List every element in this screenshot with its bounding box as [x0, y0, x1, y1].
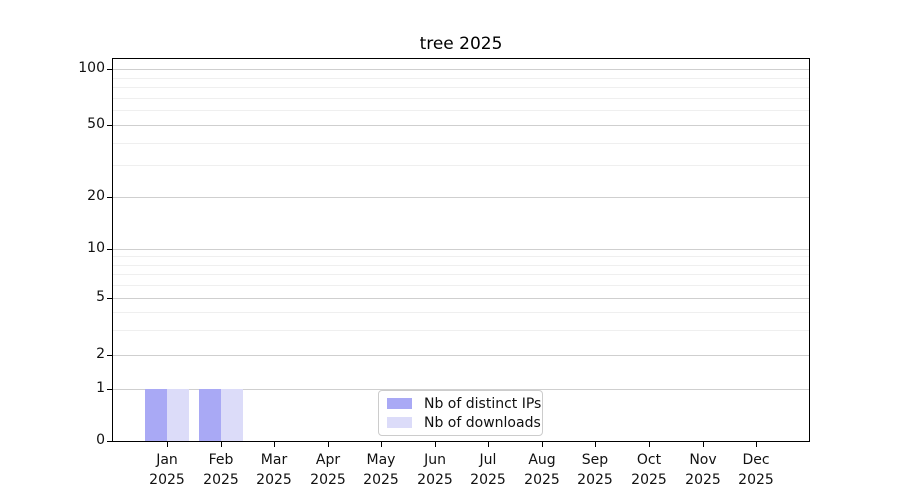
x-tick-oct	[649, 442, 650, 447]
x-tick-label-dec: Dec 2025	[738, 452, 774, 488]
y-tick-label-5: 5	[96, 289, 105, 305]
y-tick-label-1: 1	[96, 380, 105, 396]
x-tick-jan	[167, 442, 168, 447]
gridline-major-50	[113, 125, 809, 126]
y-tick-label-0: 0	[96, 432, 105, 448]
gridline-minor-4	[113, 312, 809, 313]
gridline-minor-80	[113, 87, 809, 88]
gridline-minor-7	[113, 274, 809, 275]
x-tick-jul	[488, 442, 489, 447]
y-tick-50	[107, 125, 112, 126]
gridline-minor-90	[113, 78, 809, 79]
chart-title: tree 2025	[419, 34, 503, 54]
x-tick-aug	[542, 442, 543, 447]
x-tick-nov	[703, 442, 704, 447]
bar-distinct-ips-jan	[145, 389, 167, 441]
gridline-major-2	[113, 355, 809, 356]
y-tick-10	[107, 249, 112, 250]
gridline-major-10	[113, 249, 809, 250]
gridline-major-20	[113, 197, 809, 198]
y-tick-label-50: 50	[87, 116, 105, 132]
bar-distinct-ips-feb	[199, 389, 221, 441]
gridline-minor-40	[113, 143, 809, 144]
y-tick-5	[107, 298, 112, 299]
x-tick-apr	[328, 442, 329, 447]
y-tick-100	[107, 69, 112, 70]
y-tick-2	[107, 355, 112, 356]
gridline-minor-8	[113, 265, 809, 266]
y-tick-label-100: 100	[78, 60, 105, 76]
bar-downloads-jan	[167, 389, 189, 441]
y-tick-label-20: 20	[87, 188, 105, 204]
gridline-minor-9	[113, 256, 809, 257]
gridline-minor-60	[113, 110, 809, 111]
legend-item-downloads: Nb of downloads	[387, 414, 541, 431]
y-tick-label-10: 10	[87, 240, 105, 256]
legend-label-distinct-ips: Nb of distinct IPs	[424, 395, 542, 412]
legend: Nb of distinct IPs Nb of downloads	[378, 390, 543, 436]
y-tick-20	[107, 197, 112, 198]
y-tick-label-2: 2	[96, 346, 105, 362]
gridline-minor-70	[113, 98, 809, 99]
legend-label-downloads: Nb of downloads	[424, 414, 541, 431]
gridline-major-5	[113, 298, 809, 299]
x-tick-jun	[435, 442, 436, 447]
gridline-major-100	[113, 69, 809, 70]
bar-downloads-feb	[221, 389, 243, 441]
legend-item-distinct-ips: Nb of distinct IPs	[387, 395, 541, 412]
gridline-minor-3	[113, 330, 809, 331]
gridline-minor-30	[113, 165, 809, 166]
distinct-ips-swatch-icon	[387, 398, 412, 409]
x-tick-mar	[274, 442, 275, 447]
figure: tree 2025 100 50 20 10 5 2 1 0 Jan 2025 Feb 2025 M…	[0, 0, 900, 500]
x-tick-may	[381, 442, 382, 447]
y-tick-1	[107, 389, 112, 390]
downloads-swatch-icon	[387, 417, 412, 428]
gridline-minor-6	[113, 285, 809, 286]
x-tick-dec	[756, 442, 757, 447]
x-tick-feb	[221, 442, 222, 447]
plot-area	[112, 58, 810, 442]
x-tick-sep	[595, 442, 596, 447]
y-tick-0	[107, 441, 112, 442]
